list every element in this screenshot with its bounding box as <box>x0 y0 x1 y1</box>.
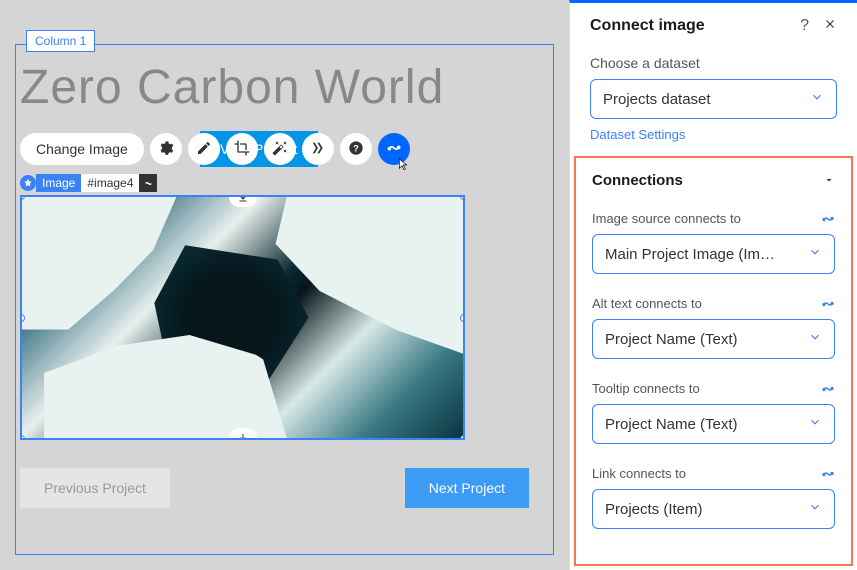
select-value: Main Project Image (Im… <box>605 246 775 263</box>
column-tag[interactable]: Column 1 <box>26 30 95 52</box>
panel-help-button[interactable]: ? <box>800 17 809 35</box>
design-button[interactable] <box>188 133 220 165</box>
connections-toggle[interactable]: Connections <box>576 158 851 203</box>
animation-button[interactable] <box>302 133 334 165</box>
select-value: Projects (Item) <box>605 501 703 518</box>
field-label: Link connects to <box>592 466 686 481</box>
selection-type-label: Image <box>36 174 81 192</box>
dataset-settings-link[interactable]: Dataset Settings <box>590 127 685 142</box>
cursor-icon <box>396 157 412 173</box>
page-hero-title: Zero Carbon World <box>20 60 529 115</box>
svg-text:?: ? <box>353 143 359 153</box>
crop-icon <box>234 140 250 159</box>
change-image-button[interactable]: Change Image <box>20 133 144 165</box>
connect-icon[interactable] <box>821 297 835 311</box>
connect-data-button[interactable] <box>378 133 410 165</box>
chevron-down-icon <box>808 500 822 518</box>
image-source-select[interactable]: Main Project Image (Im… <box>592 234 835 274</box>
field-image-source: Image source connects to Main Project Im… <box>576 203 851 288</box>
select-value: Project Name (Text) <box>605 331 738 348</box>
chevron-down-icon <box>808 245 822 263</box>
field-link: Link connects to Projects (Item) <box>576 458 851 543</box>
select-value: Project Name (Text) <box>605 416 738 433</box>
field-label: Tooltip connects to <box>592 381 700 396</box>
panel-title: Connect image <box>590 17 705 35</box>
stretch-bottom-button[interactable] <box>229 428 257 440</box>
settings-button[interactable] <box>150 133 182 165</box>
resize-handle[interactable] <box>20 314 25 322</box>
connect-image-panel: Connect image ? Choose a dataset Project… <box>569 0 857 570</box>
connections-section: Connections Image source connects to Mai… <box>574 156 853 566</box>
adjust-icon[interactable] <box>20 175 36 191</box>
field-alt-text: Alt text connects to Project Name (Text) <box>576 288 851 373</box>
resize-handle[interactable] <box>20 435 25 440</box>
selection-id-label: #image4 <box>81 174 139 192</box>
tooltip-select[interactable]: Project Name (Text) <box>592 404 835 444</box>
pencil-icon <box>196 140 212 159</box>
crop-button[interactable] <box>226 133 258 165</box>
link-select[interactable]: Projects (Item) <box>592 489 835 529</box>
connect-icon[interactable] <box>821 467 835 481</box>
next-project-button[interactable]: Next Project <box>405 468 529 508</box>
resize-handle[interactable] <box>460 435 465 440</box>
connect-icon <box>386 140 402 159</box>
chevron-down-icon <box>808 330 822 348</box>
wand-icon <box>272 140 288 159</box>
field-tooltip: Tooltip connects to Project Name (Text) <box>576 373 851 458</box>
field-label: Image source connects to <box>592 211 741 226</box>
help-button[interactable]: ? <box>340 133 372 165</box>
resize-handle[interactable] <box>460 314 465 322</box>
animation-icon <box>310 140 326 159</box>
selected-image[interactable] <box>20 195 465 440</box>
panel-close-button[interactable] <box>823 17 837 35</box>
alt-text-select[interactable]: Project Name (Text) <box>592 319 835 359</box>
canvas-area: Column 1 Zero Carbon World View Project … <box>0 0 569 570</box>
chevron-down-icon <box>810 90 824 108</box>
field-label: Alt text connects to <box>592 296 702 311</box>
selected-element-frame: Image #image4 <box>20 177 529 508</box>
previous-project-button[interactable]: Previous Project <box>20 468 170 508</box>
image-toolbar: View Project Change Image ? <box>20 133 529 165</box>
selection-connected-icon[interactable] <box>139 174 157 192</box>
filters-button[interactable] <box>264 133 296 165</box>
connect-icon[interactable] <box>821 212 835 226</box>
stretch-top-button[interactable] <box>229 195 257 207</box>
dataset-value: Projects dataset <box>603 91 711 108</box>
help-icon: ? <box>348 140 364 159</box>
gear-icon <box>158 140 174 159</box>
chevron-down-icon <box>808 415 822 433</box>
connect-icon[interactable] <box>821 382 835 396</box>
dataset-select[interactable]: Projects dataset <box>590 79 837 119</box>
resize-handle[interactable] <box>460 195 465 200</box>
caret-down-icon <box>823 173 835 189</box>
connections-title: Connections <box>592 172 683 189</box>
choose-dataset-label: Choose a dataset <box>590 55 837 71</box>
